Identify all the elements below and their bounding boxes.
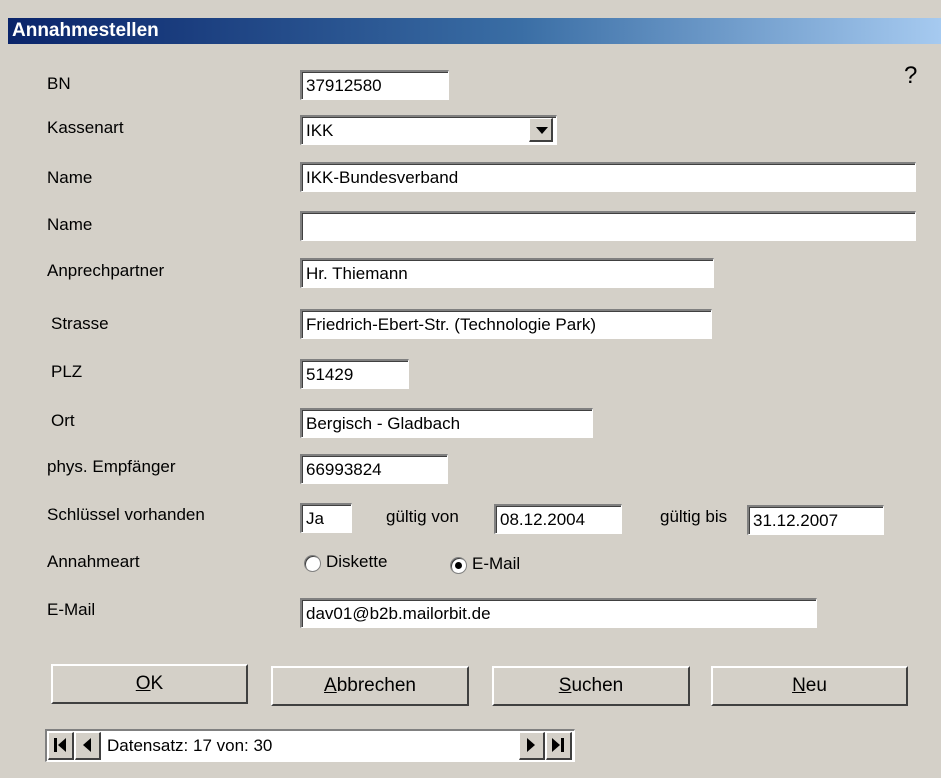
ok-button[interactable]: OK bbox=[51, 664, 248, 704]
first-record-icon bbox=[54, 738, 66, 752]
plz-field[interactable]: 51429 bbox=[300, 359, 409, 389]
window-title: Annahmestellen bbox=[8, 18, 941, 44]
kassenart-select[interactable]: IKK bbox=[300, 115, 557, 145]
record-navigator: Datensatz: 17 von: 30 bbox=[45, 729, 575, 762]
label-name-2: Name bbox=[47, 215, 93, 234]
radio-email[interactable] bbox=[450, 557, 467, 574]
next-record-icon bbox=[527, 738, 535, 752]
abbrechen-button-accel: A bbox=[324, 675, 337, 696]
label-strasse: Strasse bbox=[51, 314, 109, 333]
name-1-field[interactable]: IKK-Bundesverband bbox=[300, 162, 916, 192]
neu-button-label: eu bbox=[805, 675, 827, 696]
label-schluessel: Schlüssel vorhanden bbox=[47, 505, 205, 524]
neu-button[interactable]: Neu bbox=[711, 666, 908, 706]
suchen-button-accel: S bbox=[558, 675, 572, 696]
suchen-button-label: uchen bbox=[571, 675, 624, 696]
radio-selected-dot bbox=[455, 562, 462, 569]
last-record-icon bbox=[552, 738, 564, 752]
ok-button-label: K bbox=[150, 673, 164, 694]
chevron-down-icon bbox=[536, 127, 548, 134]
radio-email-label[interactable]: E-Mail bbox=[472, 554, 520, 574]
strasse-field[interactable]: Friedrich-Ebert-Str. (Technologie Park) bbox=[300, 309, 712, 339]
label-kassenart: Kassenart bbox=[47, 118, 124, 137]
neu-button-accel: N bbox=[792, 675, 806, 696]
first-record-button[interactable] bbox=[48, 732, 74, 760]
label-bn: BN bbox=[47, 74, 71, 93]
next-record-button[interactable] bbox=[519, 732, 545, 760]
previous-record-icon bbox=[83, 738, 91, 752]
anprechpartner-field[interactable]: Hr. Thiemann bbox=[300, 258, 714, 288]
label-email: E-Mail bbox=[47, 600, 96, 619]
schluessel-field[interactable]: Ja bbox=[300, 503, 352, 533]
label-phys-empfaenger: phys. Empfänger bbox=[47, 457, 176, 476]
label-name-1: Name bbox=[47, 168, 93, 187]
ok-button-accel: O bbox=[135, 673, 151, 694]
radio-diskette[interactable] bbox=[304, 555, 321, 572]
abbrechen-button[interactable]: Abbrechen bbox=[271, 666, 469, 706]
annahmestellen-window: Annahmestellen ? BN Kassenart Name Name … bbox=[0, 0, 941, 778]
email-field[interactable]: dav01@b2b.mailorbit.de bbox=[300, 598, 817, 628]
kassenart-dropdown-button[interactable] bbox=[529, 118, 553, 142]
kassenart-value: IKK bbox=[306, 121, 334, 140]
label-anprechpartner: Anprechpartner bbox=[47, 261, 165, 280]
label-ort: Ort bbox=[51, 411, 75, 430]
suchen-button[interactable]: Suchen bbox=[492, 666, 690, 706]
abbrechen-button-label: bbrechen bbox=[336, 675, 416, 696]
gueltig-bis-field[interactable]: 31.12.2007 bbox=[747, 505, 884, 535]
help-icon[interactable]: ? bbox=[904, 62, 917, 90]
ort-field[interactable]: Bergisch - Gladbach bbox=[300, 408, 593, 438]
last-record-button[interactable] bbox=[546, 732, 572, 760]
phys-empfaenger-field[interactable]: 66993824 bbox=[300, 454, 448, 484]
name-2-field[interactable] bbox=[300, 211, 916, 241]
label-gueltig-von: gültig von bbox=[386, 507, 459, 526]
bn-field[interactable]: 37912580 bbox=[300, 70, 449, 100]
label-plz: PLZ bbox=[51, 362, 83, 381]
radio-diskette-label[interactable]: Diskette bbox=[326, 552, 387, 572]
label-annahmeart: Annahmeart bbox=[47, 552, 140, 571]
record-counter: Datensatz: 17 von: 30 bbox=[107, 736, 273, 755]
previous-record-button[interactable] bbox=[75, 732, 101, 760]
gueltig-von-field[interactable]: 08.12.2004 bbox=[494, 504, 622, 534]
label-gueltig-bis: gültig bis bbox=[660, 507, 728, 526]
